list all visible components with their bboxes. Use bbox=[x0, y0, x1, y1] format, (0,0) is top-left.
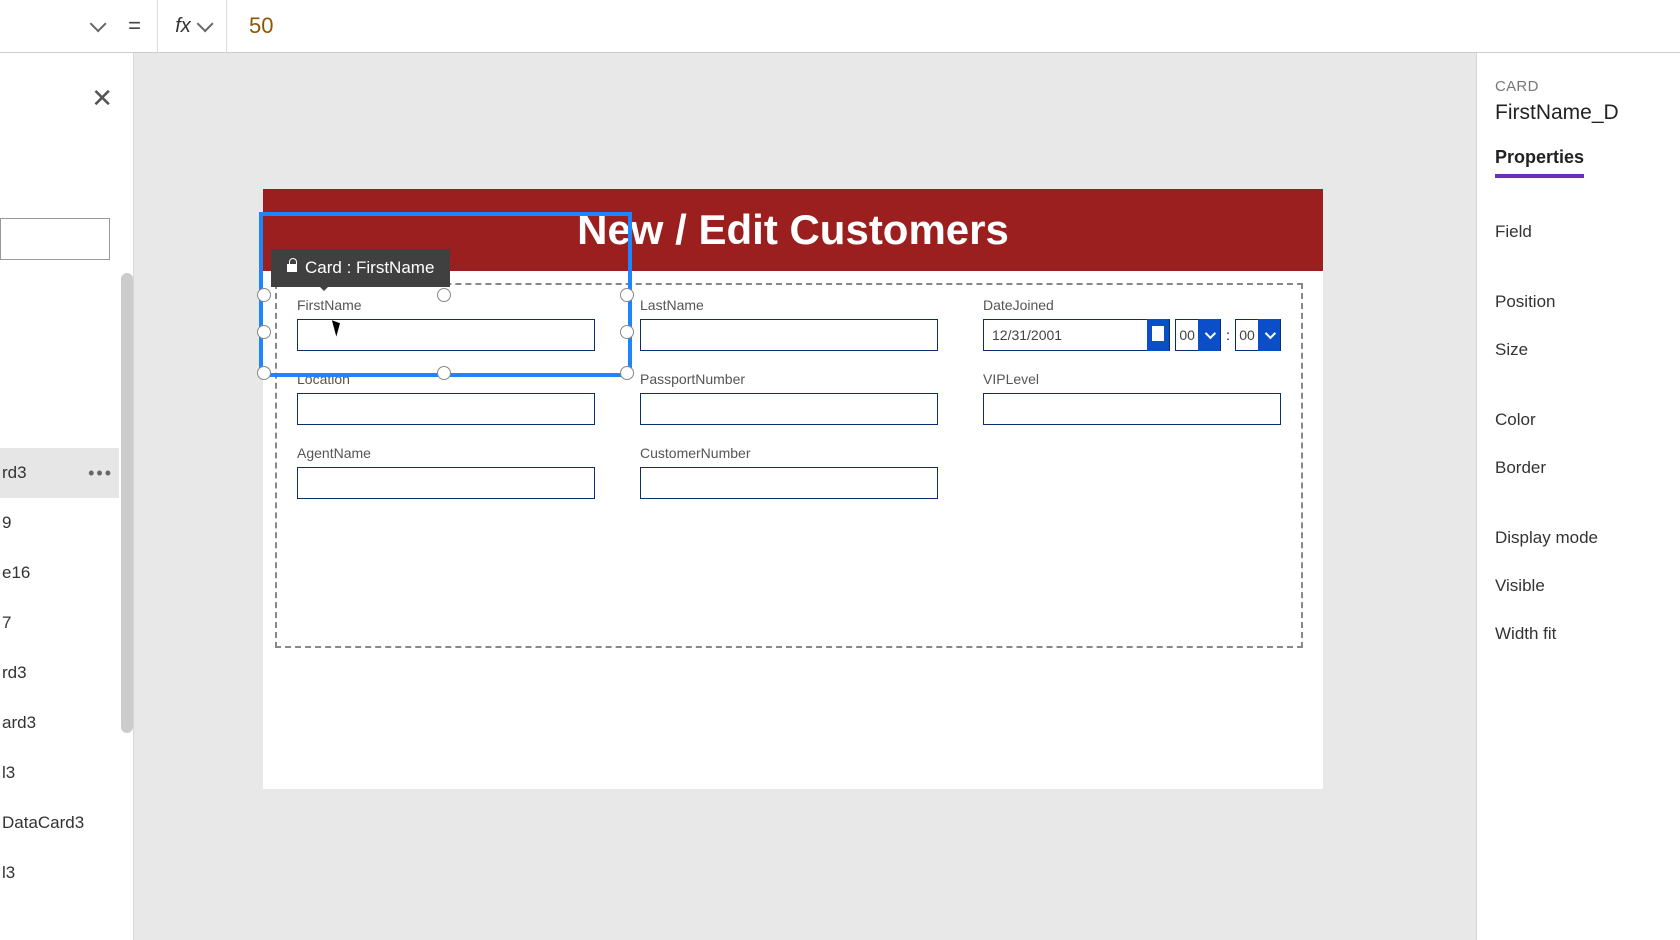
hour-select[interactable]: 00 bbox=[1175, 319, 1221, 351]
card-viplevel[interactable]: VIPLevel bbox=[983, 371, 1281, 425]
tree-item[interactable]: rd3 bbox=[0, 648, 119, 698]
scrollbar[interactable] bbox=[121, 273, 133, 733]
control-name[interactable]: FirstName_D bbox=[1495, 101, 1662, 125]
fx-button[interactable]: fx bbox=[157, 0, 227, 53]
card-passport[interactable]: PassportNumber bbox=[640, 371, 938, 425]
calendar-icon[interactable] bbox=[1147, 319, 1169, 351]
tree-item[interactable]: 9 bbox=[0, 498, 119, 548]
more-icon[interactable]: ••• bbox=[88, 463, 113, 484]
formula-bar: = fx 50 bbox=[0, 0, 1680, 53]
prop-display-mode[interactable]: Display mode bbox=[1495, 514, 1662, 562]
close-icon[interactable]: ✕ bbox=[91, 83, 113, 114]
label-viplevel: VIPLevel bbox=[983, 371, 1281, 387]
label-location: Location bbox=[297, 371, 595, 387]
tree-item[interactable]: 7 bbox=[0, 598, 119, 648]
property-dropdown[interactable] bbox=[0, 0, 112, 53]
prop-color[interactable]: Color bbox=[1495, 396, 1662, 444]
properties-panel: CARD FirstName_D Properties Field Positi… bbox=[1476, 53, 1680, 940]
input-agentname[interactable] bbox=[297, 467, 595, 499]
tree-item[interactable]: l3 bbox=[0, 848, 119, 898]
label-datejoined: DateJoined bbox=[983, 297, 1281, 313]
tree-view-panel: ✕ rd3••• 9 e16 7 rd3 ard3 l3 DataCard3 l… bbox=[0, 53, 134, 940]
card-datejoined[interactable]: DateJoined 12/31/2001 00 : bbox=[983, 297, 1281, 351]
label-lastname: LastName bbox=[640, 297, 938, 313]
formula-input[interactable]: 50 bbox=[227, 13, 295, 39]
card-customernumber[interactable]: CustomerNumber bbox=[640, 445, 938, 499]
screen-header: New / Edit Customers bbox=[263, 189, 1323, 271]
tree-item[interactable]: rd3••• bbox=[0, 448, 119, 498]
tree-item[interactable]: ard3 bbox=[0, 698, 119, 748]
screen-title: New / Edit Customers bbox=[577, 206, 1009, 254]
prop-border[interactable]: Border bbox=[1495, 444, 1662, 492]
input-passport[interactable] bbox=[640, 393, 938, 425]
chevron-down-icon bbox=[90, 15, 107, 32]
card-agentname[interactable]: AgentName bbox=[297, 445, 595, 499]
control-type-label: CARD bbox=[1495, 78, 1662, 95]
tab-properties[interactable]: Properties bbox=[1495, 147, 1584, 178]
input-customernumber[interactable] bbox=[640, 467, 938, 499]
edit-form[interactable]: FirstName LastName DateJoined 12/31/2001 bbox=[275, 283, 1303, 648]
chevron-down-icon bbox=[1198, 319, 1220, 351]
prop-position[interactable]: Position bbox=[1495, 278, 1662, 326]
input-viplevel[interactable] bbox=[983, 393, 1281, 425]
label-customernumber: CustomerNumber bbox=[640, 445, 938, 461]
minute-select[interactable]: 00 bbox=[1235, 319, 1281, 351]
label-agentname: AgentName bbox=[297, 445, 595, 461]
chevron-down-icon bbox=[196, 15, 213, 32]
design-canvas[interactable]: New / Edit Customers FirstName LastName … bbox=[134, 53, 1476, 940]
input-lastname[interactable] bbox=[640, 319, 938, 351]
tree-item[interactable]: e16 bbox=[0, 548, 119, 598]
prop-size[interactable]: Size bbox=[1495, 326, 1662, 374]
input-location[interactable] bbox=[297, 393, 595, 425]
tree-item[interactable]: l3 bbox=[0, 748, 119, 798]
card-lastname[interactable]: LastName bbox=[640, 297, 938, 351]
date-picker[interactable]: 12/31/2001 bbox=[983, 319, 1170, 351]
label-firstname: FirstName bbox=[297, 297, 595, 313]
tree-search-input[interactable] bbox=[0, 218, 110, 260]
app-screen: New / Edit Customers FirstName LastName … bbox=[263, 189, 1323, 789]
card-location[interactable]: Location bbox=[297, 371, 595, 425]
tree-item[interactable]: DataCard3 bbox=[0, 798, 119, 848]
prop-visible[interactable]: Visible bbox=[1495, 562, 1662, 610]
card-firstname[interactable]: FirstName bbox=[297, 297, 595, 351]
equals-sign: = bbox=[112, 13, 157, 39]
input-firstname[interactable] bbox=[297, 319, 595, 351]
label-passport: PassportNumber bbox=[640, 371, 938, 387]
fx-icon: fx bbox=[175, 15, 191, 38]
chevron-down-icon bbox=[1258, 319, 1280, 351]
prop-width-fit[interactable]: Width fit bbox=[1495, 610, 1662, 658]
prop-field[interactable]: Field bbox=[1495, 208, 1662, 256]
